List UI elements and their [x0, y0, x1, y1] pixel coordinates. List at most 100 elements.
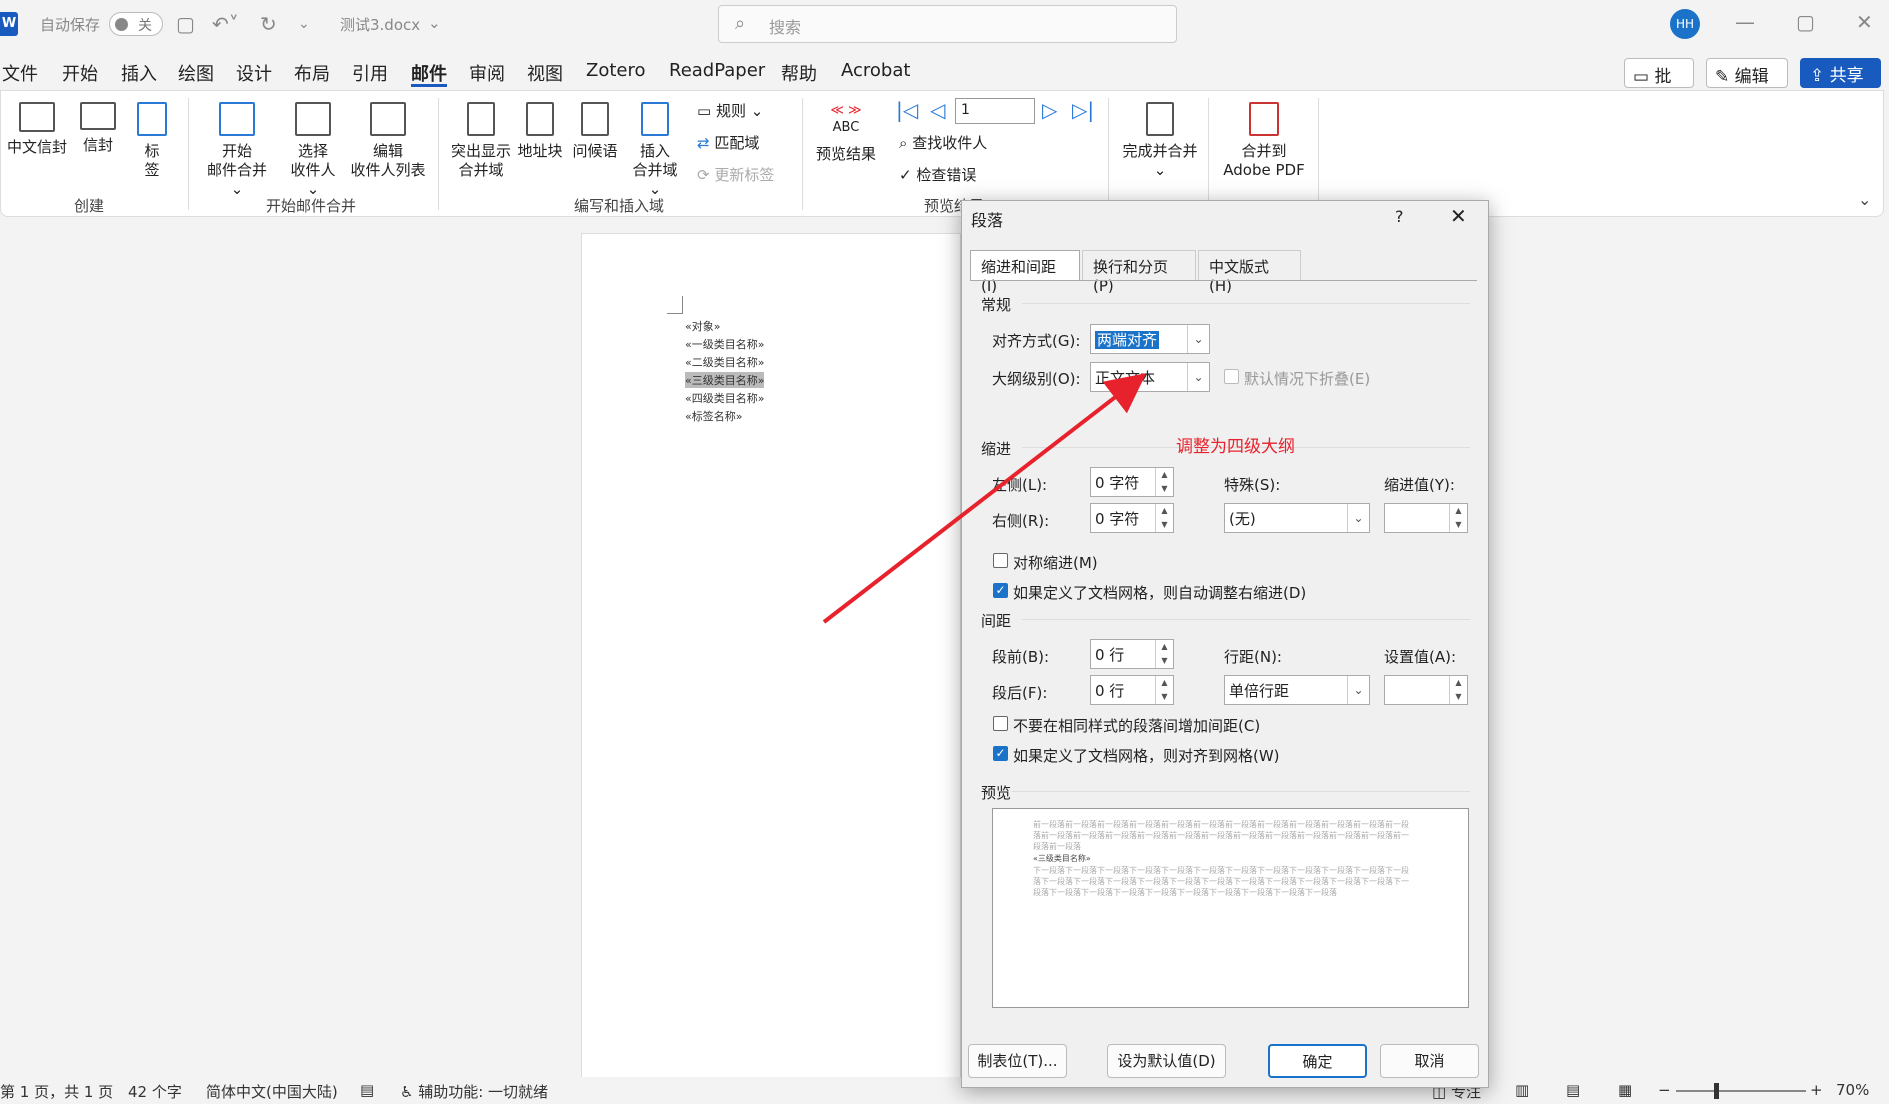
mirror-indents-checkbox[interactable] — [993, 553, 1008, 568]
insert-merge-field-button[interactable]: 插入 合并域 ⌄ — [624, 102, 686, 199]
edit-recipient-list-button[interactable]: 编辑 收件人列表 — [350, 102, 426, 180]
spinner-arrows-icon[interactable]: ▲ ▼ — [1155, 640, 1173, 668]
customize-qat-icon[interactable]: ⌄ — [298, 16, 310, 32]
tab-design[interactable]: 设计 — [236, 60, 272, 86]
tab-readpaper[interactable]: ReadPaper — [669, 60, 765, 81]
check-errors-button[interactable]: ✓ 检查错误 — [899, 164, 976, 185]
no-space-same-style-checkbox[interactable] — [993, 716, 1008, 731]
tab-home[interactable]: 开始 — [62, 60, 98, 86]
zoom-out-icon[interactable]: − — [1658, 1081, 1671, 1099]
word-count[interactable]: 42 个字 — [128, 1081, 182, 1102]
labels-button[interactable]: 标签 — [134, 102, 170, 180]
tabs-button[interactable]: 制表位(T)... — [968, 1044, 1067, 1078]
doc-line[interactable]: «一级类目名称» — [685, 336, 764, 352]
space-after-input[interactable]: 0 行 ▲ ▼ — [1090, 675, 1174, 705]
doc-line[interactable]: «二级类目名称» — [685, 354, 764, 370]
zoom-level[interactable]: 70% — [1836, 1081, 1869, 1099]
close-window-icon[interactable]: ✕ — [1856, 10, 1873, 34]
doc-line-selected[interactable]: «三级类目名称» — [685, 372, 765, 388]
rules-button[interactable]: ▭ 规则 ⌄ — [697, 100, 763, 121]
avatar[interactable]: HH — [1670, 9, 1700, 39]
save-icon[interactable]: ▢ — [176, 12, 195, 36]
space-before-input[interactable]: 0 行 ▲ ▼ — [1090, 639, 1174, 669]
first-record-icon[interactable]: |◁ — [896, 98, 918, 122]
greeting-line-button[interactable]: 问候语 — [570, 102, 620, 161]
alignment-select[interactable]: 两端对齐 ⌄ — [1090, 324, 1210, 354]
page-count[interactable]: 第 1 页，共 1 页 — [0, 1081, 113, 1102]
comments-button[interactable]: ▭ 批注 — [1624, 58, 1694, 112]
tab-mailings[interactable]: 邮件 — [411, 60, 447, 86]
zoom-slider[interactable] — [1676, 1090, 1806, 1092]
share-button[interactable]: ⇪ 共享 ⌄ — [1800, 58, 1881, 106]
start-mail-merge-button[interactable]: 开始 邮件合并 ⌄ — [200, 102, 274, 199]
spinner-arrows-icon[interactable]: ▲ ▼ — [1155, 504, 1173, 532]
tab-acrobat[interactable]: Acrobat — [841, 60, 910, 81]
tab-view[interactable]: 视图 — [527, 60, 563, 86]
tab-layout[interactable]: 布局 — [294, 60, 330, 86]
dialog-close-icon[interactable]: ✕ — [1450, 204, 1467, 228]
left-indent-input[interactable]: 0 字符 ▲ ▼ — [1090, 467, 1174, 497]
tab-insert[interactable]: 插入 — [121, 60, 157, 86]
tab-review[interactable]: 审阅 — [469, 60, 505, 86]
editing-button[interactable]: ✎ 编辑 ⌄ — [1706, 58, 1788, 107]
tab-help[interactable]: 帮助 — [781, 60, 817, 86]
next-record-icon[interactable]: ▷ — [1042, 98, 1057, 122]
snap-to-grid-checkbox[interactable]: ✓ — [993, 746, 1008, 761]
outline-level-select[interactable]: 正文文本 ⌄ — [1090, 362, 1210, 392]
special-indent-select[interactable]: (无) ⌄ — [1224, 503, 1370, 533]
print-layout-icon[interactable]: ▤ — [1566, 1081, 1580, 1099]
spinner-arrows-icon[interactable]: ▲ ▼ — [1449, 504, 1467, 532]
right-indent-input[interactable]: 0 字符 ▲ ▼ — [1090, 503, 1174, 533]
record-number-input[interactable]: 1 — [955, 98, 1035, 124]
spinner-arrows-icon[interactable]: ▲ ▼ — [1449, 676, 1467, 704]
last-record-icon[interactable]: ▷| — [1072, 98, 1094, 122]
chinese-envelope-button[interactable]: 中文信封 — [6, 102, 68, 157]
doc-line[interactable]: «对象» — [685, 318, 720, 334]
zoom-in-icon[interactable]: + — [1810, 1081, 1823, 1099]
ok-button[interactable]: 确定 — [1268, 1044, 1367, 1078]
tab-file[interactable]: 文件 — [2, 60, 38, 86]
select-recipients-button[interactable]: 选择 收件人 ⌄ — [282, 102, 344, 199]
collapse-default-checkbox[interactable] — [1224, 369, 1239, 384]
spacing-at-input[interactable]: ▲ ▼ — [1384, 675, 1468, 705]
spinner-arrows-icon[interactable]: ▲ ▼ — [1155, 676, 1173, 704]
accessibility-status[interactable]: ♿ 辅助功能: 一切就绪 — [400, 1081, 548, 1102]
doc-line[interactable]: «四级类目名称» — [685, 390, 764, 406]
highlight-merge-fields-button[interactable]: 突出显示 合并域 — [448, 102, 514, 180]
finish-merge-button[interactable]: 完成并合并 ⌄ — [1118, 102, 1202, 180]
document-page[interactable] — [581, 233, 961, 1104]
track-changes-icon[interactable]: ▤ — [360, 1081, 374, 1099]
collapse-ribbon-icon[interactable]: ⌄ — [1858, 190, 1871, 209]
language-indicator[interactable]: 简体中文(中国大陆) — [206, 1081, 338, 1102]
update-labels-button[interactable]: ⟳ 更新标签 — [697, 164, 774, 185]
web-layout-icon[interactable]: ▦ — [1618, 1081, 1632, 1099]
maximize-icon[interactable]: ▢ — [1796, 10, 1815, 34]
previous-record-icon[interactable]: ◁ — [930, 98, 945, 122]
merge-to-adobe-pdf-button[interactable]: 合并到 Adobe PDF — [1218, 102, 1310, 180]
document-filename[interactable]: 测试3.docx — [340, 14, 420, 35]
undo-icon[interactable]: ↶˅ — [212, 12, 239, 36]
tab-asian-typography[interactable]: 中文版式(H) — [1198, 250, 1301, 295]
tab-draw[interactable]: 绘图 — [178, 60, 214, 86]
redo-icon[interactable]: ↻ — [260, 12, 277, 36]
tab-references[interactable]: 引用 — [352, 60, 388, 86]
read-mode-icon[interactable]: ▥ — [1515, 1081, 1529, 1099]
minimize-icon[interactable]: — — [1735, 10, 1755, 34]
envelope-button[interactable]: 信封 — [78, 102, 118, 155]
tab-indents-spacing[interactable]: 缩进和间距(I) — [970, 250, 1080, 295]
set-as-default-button[interactable]: 设为默认值(D) — [1107, 1044, 1226, 1078]
address-block-button[interactable]: 地址块 — [516, 102, 564, 161]
match-fields-button[interactable]: ⇄ 匹配域 — [697, 132, 759, 153]
autosave-toggle[interactable]: 关 — [109, 12, 163, 36]
cancel-button[interactable]: 取消 — [1380, 1044, 1479, 1078]
filename-chevron-icon[interactable]: ⌄ — [428, 14, 441, 32]
auto-adjust-right-indent-checkbox[interactable]: ✓ — [993, 583, 1008, 598]
preview-results-button[interactable]: ≪ ≫ ABC 预览结果 — [814, 104, 878, 164]
search-box[interactable]: ⌕ 搜索 — [718, 5, 1177, 43]
find-recipient-button[interactable]: ⌕ 查找收件人 — [899, 132, 987, 153]
spinner-arrows-icon[interactable]: ▲ ▼ — [1155, 468, 1173, 496]
tab-zotero[interactable]: Zotero — [586, 60, 646, 81]
line-spacing-select[interactable]: 单倍行距 ⌄ — [1224, 675, 1370, 705]
tab-line-page-breaks[interactable]: 换行和分页(P) — [1082, 250, 1196, 295]
zoom-slider-thumb[interactable] — [1714, 1083, 1719, 1099]
